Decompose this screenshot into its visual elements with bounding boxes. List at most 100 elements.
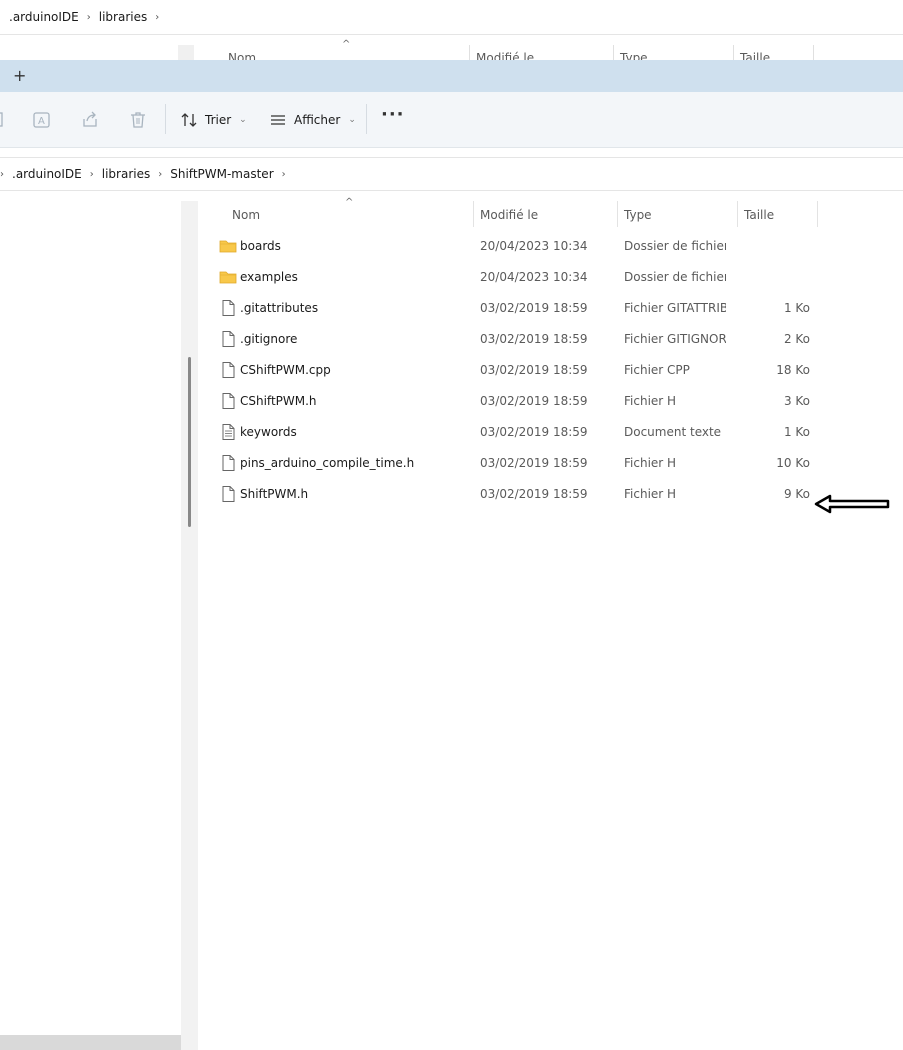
chevron-down-icon: ⌄ xyxy=(239,115,247,125)
column-header: ^ Nom Modifié le Type Taille xyxy=(200,197,903,229)
file-icon xyxy=(219,393,237,409)
folder-icon xyxy=(219,269,237,285)
column-divider[interactable] xyxy=(737,201,738,227)
background-scrollbar xyxy=(178,45,194,60)
column-size[interactable]: Taille xyxy=(744,208,774,222)
sort-up-icon: ^ xyxy=(345,197,354,208)
breadcrumb-item[interactable]: .arduinoIDE xyxy=(9,10,79,24)
file-name: ShiftPWM.h xyxy=(240,487,309,501)
navigation-pane xyxy=(0,191,181,1050)
annotation-arrow xyxy=(814,494,890,514)
column-modified[interactable]: Modifié le xyxy=(480,208,538,222)
file-size: 1 Ko xyxy=(783,425,810,439)
file-name: CShiftPWM.cpp xyxy=(240,363,331,377)
background-breadcrumb-bar: .arduinoIDE › libraries › xyxy=(0,0,903,35)
view-button[interactable]: Afficher ⌄ xyxy=(270,110,356,130)
file-modified: 20/04/2023 10:34 xyxy=(480,239,588,253)
breadcrumb-item[interactable]: ShiftPWM-master xyxy=(170,167,273,181)
breadcrumb-item[interactable]: libraries xyxy=(102,167,150,181)
chevron-right-icon[interactable]: › xyxy=(90,169,94,180)
chevron-right-icon[interactable]: › xyxy=(155,12,159,23)
column-divider[interactable] xyxy=(473,201,474,227)
file-modified: 03/02/2019 18:59 xyxy=(480,332,588,346)
file-modified: 20/04/2023 10:34 xyxy=(480,270,588,284)
table-row[interactable]: .gitignore 03/02/2019 18:59 Fichier GITIGN… xyxy=(200,324,903,355)
more-options-button[interactable]: ··· xyxy=(381,104,405,125)
file-list: boards 20/04/2023 10:34 Dossier de fichier… xyxy=(200,231,903,510)
sort-button[interactable]: Trier ⌄ xyxy=(181,110,247,130)
view-icon xyxy=(271,115,285,125)
folder-icon xyxy=(219,238,237,254)
toolbar-divider xyxy=(366,104,367,134)
file-icon xyxy=(219,455,237,471)
scrollbar-thumb[interactable] xyxy=(188,357,191,527)
column-divider xyxy=(733,45,734,60)
file-size: 10 Ko xyxy=(776,456,810,470)
file-type: Fichier H xyxy=(624,487,677,501)
file-type: Dossier de fichiers xyxy=(624,239,726,253)
table-row[interactable]: examples 20/04/2023 10:34 Dossier de fichi… xyxy=(200,262,903,293)
delete-icon[interactable] xyxy=(128,110,148,130)
column-name[interactable]: Nom xyxy=(232,208,260,222)
file-name: keywords xyxy=(240,425,297,439)
chevron-right-icon[interactable]: › xyxy=(158,169,162,180)
chevron-right-icon[interactable]: › xyxy=(282,169,286,180)
file-name: .gitignore xyxy=(240,332,298,346)
navigation-scrollbar[interactable] xyxy=(181,201,198,1050)
file-size: 3 Ko xyxy=(783,394,810,408)
file-icon xyxy=(219,300,237,316)
table-row[interactable]: boards 20/04/2023 10:34 Dossier de fichier… xyxy=(200,231,903,262)
rename-icon[interactable]: A xyxy=(32,110,52,130)
paste-icon[interactable] xyxy=(0,110,12,130)
column-divider xyxy=(613,45,614,60)
file-type: Fichier GITATTRIB... xyxy=(624,301,726,315)
command-toolbar: A Trier ⌄ Afficher ⌄ ··· xyxy=(0,92,903,148)
file-name: examples xyxy=(240,270,298,284)
file-modified: 03/02/2019 18:59 xyxy=(480,301,588,315)
table-row[interactable]: pins_arduino_compile_time.h 03/02/2019 18… xyxy=(200,448,903,479)
table-row[interactable]: keywords 03/02/2019 18:59 Document texte 1 … xyxy=(200,417,903,448)
file-name: boards xyxy=(240,239,281,253)
tab-bar: + xyxy=(0,60,903,92)
sort-up-icon: ^ xyxy=(342,39,351,50)
svg-text:A: A xyxy=(38,116,45,127)
file-type: Fichier H xyxy=(624,394,677,408)
file-modified: 03/02/2019 18:59 xyxy=(480,487,588,501)
file-size: 2 Ko xyxy=(783,332,810,346)
file-modified: 03/02/2019 18:59 xyxy=(480,394,588,408)
breadcrumb-item[interactable]: .arduinoIDE xyxy=(12,167,82,181)
background-column-modified: Modifié le xyxy=(476,51,535,60)
file-icon xyxy=(219,362,237,378)
column-divider[interactable] xyxy=(817,201,818,227)
column-divider xyxy=(813,45,814,60)
share-icon[interactable] xyxy=(80,110,100,130)
sort-label: Trier xyxy=(205,113,232,127)
address-bar[interactable]: › .arduinoIDE › libraries › ShiftPWM-mas… xyxy=(0,157,903,191)
column-type[interactable]: Type xyxy=(624,208,652,222)
table-row[interactable]: CShiftPWM.cpp 03/02/2019 18:59 Fichier CPP… xyxy=(200,355,903,386)
file-size: 18 Ko xyxy=(776,363,810,377)
breadcrumb-item[interactable]: libraries xyxy=(99,10,147,24)
file-modified: 03/02/2019 18:59 xyxy=(480,425,588,439)
file-modified: 03/02/2019 18:59 xyxy=(480,456,588,470)
column-divider[interactable] xyxy=(617,201,618,227)
table-row[interactable]: CShiftPWM.h 03/02/2019 18:59 Fichier H 3 Ko xyxy=(200,386,903,417)
horizontal-scrollbar[interactable] xyxy=(0,1035,181,1050)
table-row[interactable]: .gitattributes 03/02/2019 18:59 Fichier GI… xyxy=(200,293,903,324)
sort-icon xyxy=(181,113,197,127)
background-column-name: Nom xyxy=(228,51,257,60)
file-modified: 03/02/2019 18:59 xyxy=(480,363,588,377)
file-name: .gitattributes xyxy=(240,301,319,315)
file-type: Fichier GITIGNORE xyxy=(624,332,726,346)
file-type: Fichier CPP xyxy=(624,363,690,377)
text-document-icon xyxy=(219,424,237,440)
view-label: Afficher xyxy=(294,113,341,127)
toolbar-divider xyxy=(165,104,166,134)
file-icon xyxy=(219,486,237,502)
new-tab-button[interactable]: + xyxy=(13,66,26,85)
file-size: 9 Ko xyxy=(783,487,810,501)
breadcrumb: › .arduinoIDE › libraries › ShiftPWM-mas… xyxy=(0,167,286,181)
chevron-right-icon[interactable]: › xyxy=(0,169,4,180)
file-type: Fichier H xyxy=(624,456,677,470)
table-row[interactable]: ShiftPWM.h 03/02/2019 18:59 Fichier H 9 Ko xyxy=(200,479,903,510)
